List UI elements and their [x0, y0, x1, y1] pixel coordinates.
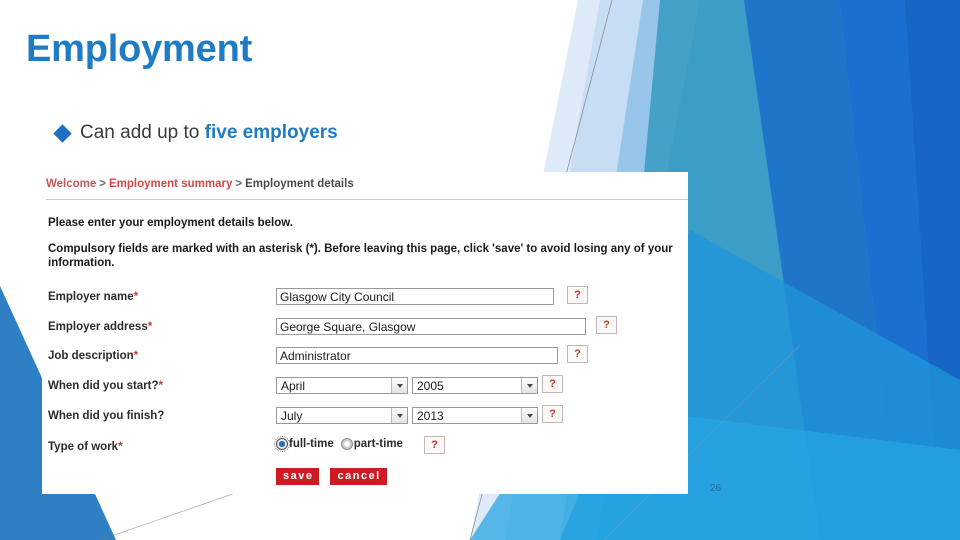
finish-year-value: 2013: [417, 409, 444, 423]
diamond-bullet-icon: [53, 123, 72, 143]
breadcrumb: Welcome > Employment summary > Employment de…: [46, 178, 354, 190]
chevron-down-icon[interactable]: [521, 378, 537, 393]
help-icon-start-date[interactable]: ?: [542, 375, 563, 393]
start-month-select[interactable]: April: [276, 377, 408, 394]
finish-month-value: July: [281, 409, 303, 423]
help-icon-employer-address[interactable]: ?: [596, 316, 617, 334]
help-icon-type-of-work[interactable]: ?: [424, 436, 445, 454]
page-number: 26: [710, 483, 722, 494]
breadcrumb-separator: >: [99, 178, 106, 190]
label-job-description: Job description*: [48, 350, 139, 362]
start-year-select[interactable]: 2005: [412, 377, 538, 394]
chevron-down-icon[interactable]: [391, 408, 407, 423]
start-month-value: April: [281, 379, 306, 393]
type-of-work-radio-group: full-time part-time: [274, 436, 403, 452]
intro-text-secondary: Compulsory fields are marked with an ast…: [48, 243, 673, 270]
start-year-value: 2005: [417, 379, 444, 393]
breadcrumb-item-welcome[interactable]: Welcome: [46, 178, 96, 190]
form-row-type-of-work: Type of work* full-time part-time ?: [42, 436, 688, 462]
label-employer-address: Employer address*: [48, 321, 153, 333]
intro-text-primary: Please enter your employment details bel…: [48, 217, 293, 229]
bullet-text-highlight: five employers: [204, 122, 338, 143]
employer-address-input[interactable]: George Square, Glasgow: [276, 318, 586, 335]
radio-option-full-time[interactable]: full-time: [274, 436, 334, 452]
radio-option-part-time[interactable]: part-time: [340, 438, 403, 450]
radio-label-part-time: part-time: [353, 438, 403, 450]
chevron-down-icon[interactable]: [521, 408, 537, 423]
required-asterisk: *: [133, 350, 139, 362]
form-row-employer-address: Employer address* George Square, Glasgow…: [42, 316, 688, 342]
required-asterisk: *: [147, 321, 153, 333]
label-employer-name: Employer name*: [48, 291, 139, 303]
employment-form-screenshot: Welcome > Employment summary > Employment de…: [42, 172, 688, 494]
slide: Employment Can add up to five employers …: [0, 0, 960, 540]
form-row-employer-name: Employer name* Glasgow City Council ?: [42, 286, 688, 312]
cancel-button[interactable]: cancel: [330, 468, 387, 485]
page-title: Employment: [26, 28, 253, 70]
form-row-finish-date: When did you finish? July 2013 ?: [42, 405, 688, 431]
breadcrumb-item-employment-summary[interactable]: Employment summary: [109, 178, 232, 190]
required-asterisk: *: [133, 291, 139, 303]
required-asterisk: *: [118, 441, 123, 453]
bullet-text-plain: Can add up to: [80, 122, 205, 143]
bullet-item: Can add up to five employers: [53, 122, 338, 144]
form-row-start-date: When did you start?* April 2005 ?: [42, 375, 688, 401]
breadcrumb-separator-2: >: [235, 178, 243, 190]
employer-name-input[interactable]: Glasgow City Council: [276, 288, 554, 305]
job-description-input[interactable]: Administrator: [276, 347, 558, 364]
label-when-did-you-finish: When did you finish?: [48, 410, 165, 422]
finish-year-select[interactable]: 2013: [412, 407, 538, 424]
radio-unselected-icon[interactable]: [340, 438, 353, 450]
radio-label-full-time: full-time: [289, 438, 334, 450]
form-actions: save cancel: [276, 468, 387, 485]
breadcrumb-item-employment-details: Employment details: [245, 178, 354, 190]
form-row-job-description: Job description* Administrator ?: [42, 345, 688, 371]
finish-month-select[interactable]: July: [276, 407, 408, 424]
required-asterisk: *: [158, 380, 164, 392]
label-when-did-you-start: When did you start?*: [48, 380, 164, 392]
chevron-down-icon[interactable]: [391, 378, 407, 393]
save-button[interactable]: save: [276, 468, 320, 485]
help-icon-job-description[interactable]: ?: [567, 345, 588, 363]
help-icon-employer-name[interactable]: ?: [567, 286, 588, 304]
horizontal-divider: [46, 199, 688, 200]
bullet-text: Can add up to five employers: [80, 122, 338, 144]
radio-selected-icon[interactable]: [274, 436, 290, 452]
help-icon-finish-date[interactable]: ?: [542, 405, 563, 423]
label-type-of-work: Type of work*: [48, 441, 123, 453]
